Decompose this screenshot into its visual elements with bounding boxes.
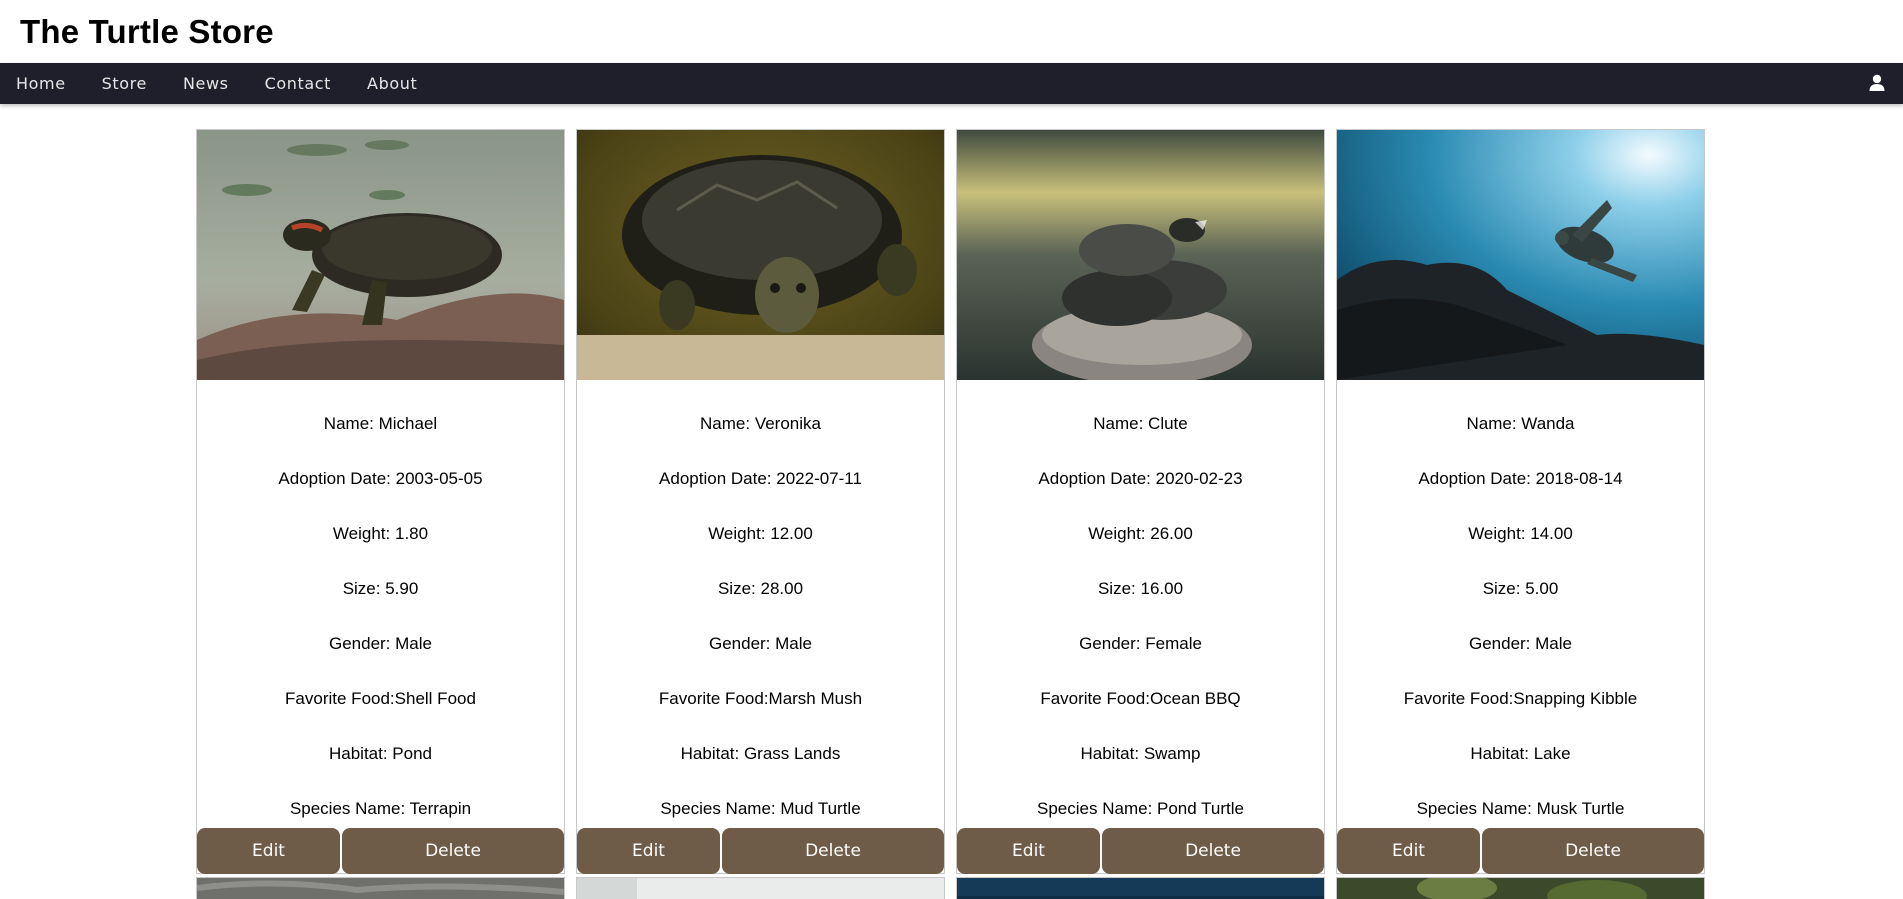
turtle-photo bbox=[577, 130, 944, 380]
turtle-name: Name: Veronika bbox=[700, 414, 821, 433]
turtle-favorite-food: Favorite Food:Marsh Mush bbox=[658, 689, 863, 708]
delete-button[interactable]: Delete bbox=[1482, 828, 1704, 874]
turtle-card: Name: Michael Adoption Date: 2003-05-05 … bbox=[196, 129, 565, 874]
turtle-card: Name: Clute Adoption Date: 2020-02-23 We… bbox=[956, 129, 1325, 874]
delete-button[interactable]: Delete bbox=[722, 828, 944, 874]
turtle-photo bbox=[1337, 130, 1704, 380]
card-actions: Edit Delete bbox=[957, 828, 1324, 874]
nav-contact[interactable]: Contact bbox=[247, 63, 349, 104]
turtle-adoption-date: Adoption Date: 2020-02-23 bbox=[1038, 469, 1243, 488]
turtle-weight: Weight: 12.00 bbox=[708, 524, 813, 543]
turtle-details: Name: Veronika Adoption Date: 2022-07-11… bbox=[577, 380, 944, 836]
turtle-name: Name: Michael bbox=[323, 414, 438, 433]
main-navbar: Home Store News Contact About bbox=[0, 63, 1903, 104]
turtle-habitat: Habitat: Grass Lands bbox=[680, 744, 841, 763]
turtle-photo bbox=[1337, 878, 1704, 899]
turtle-gender: Gender: Male bbox=[708, 634, 812, 653]
turtle-gender: Gender: Male bbox=[328, 634, 432, 653]
turtle-gender: Gender: Male bbox=[1468, 634, 1572, 653]
site-title: The Turtle Store bbox=[20, 12, 274, 50]
turtle-details: Name: Wanda Adoption Date: 2018-08-14 We… bbox=[1337, 380, 1704, 836]
turtle-size: Size: 16.00 bbox=[1097, 579, 1184, 598]
turtle-adoption-date: Adoption Date: 2003-05-05 bbox=[278, 469, 483, 488]
turtle-favorite-food: Favorite Food:Shell Food bbox=[285, 689, 476, 708]
turtle-adoption-date: Adoption Date: 2018-08-14 bbox=[1418, 469, 1623, 488]
nav-news[interactable]: News bbox=[165, 63, 247, 104]
turtle-card: Name: Wanda Adoption Date: 2018-08-14 We… bbox=[1336, 129, 1705, 874]
turtle-photo bbox=[957, 130, 1324, 380]
turtle-habitat: Habitat: Swamp bbox=[1080, 744, 1201, 763]
turtle-gender: Gender: Female bbox=[1079, 634, 1202, 653]
turtle-weight: Weight: 26.00 bbox=[1088, 524, 1193, 543]
nav-store[interactable]: Store bbox=[84, 63, 165, 104]
turtle-favorite-food: Favorite Food:Snapping Kibble bbox=[1403, 689, 1638, 708]
turtle-name: Name: Clute bbox=[1093, 414, 1188, 433]
turtle-weight: Weight: 1.80 bbox=[332, 524, 429, 543]
turtle-photo bbox=[577, 878, 944, 899]
site-header: The Turtle Store bbox=[0, 0, 1903, 63]
turtle-photo bbox=[957, 878, 1324, 899]
turtle-habitat: Habitat: Lake bbox=[1470, 744, 1571, 763]
turtle-details: Name: Clute Adoption Date: 2020-02-23 We… bbox=[957, 380, 1324, 836]
turtle-name: Name: Wanda bbox=[1466, 414, 1575, 433]
turtle-card-partial bbox=[196, 877, 565, 899]
card-actions: Edit Delete bbox=[577, 828, 944, 874]
edit-button[interactable]: Edit bbox=[197, 828, 340, 874]
turtle-card-partial bbox=[1336, 877, 1705, 899]
turtle-details: Name: Michael Adoption Date: 2003-05-05 … bbox=[197, 380, 564, 836]
nav-about[interactable]: About bbox=[349, 63, 435, 104]
turtle-adoption-date: Adoption Date: 2022-07-11 bbox=[659, 469, 862, 488]
turtle-size: Size: 5.00 bbox=[1482, 579, 1559, 598]
turtle-photo bbox=[197, 130, 564, 380]
turtle-habitat: Habitat: Pond bbox=[328, 744, 432, 763]
turtle-favorite-food: Favorite Food:Ocean BBQ bbox=[1040, 689, 1241, 708]
delete-button[interactable]: Delete bbox=[342, 828, 564, 874]
delete-button[interactable]: Delete bbox=[1102, 828, 1324, 874]
turtle-card: Name: Veronika Adoption Date: 2022-07-11… bbox=[576, 129, 945, 874]
turtle-card-partial bbox=[956, 877, 1325, 899]
edit-button[interactable]: Edit bbox=[1337, 828, 1480, 874]
turtle-photo bbox=[197, 878, 564, 899]
card-actions: Edit Delete bbox=[197, 828, 564, 874]
card-actions: Edit Delete bbox=[1337, 828, 1704, 874]
edit-button[interactable]: Edit bbox=[577, 828, 720, 874]
turtle-size: Size: 5.90 bbox=[342, 579, 419, 598]
edit-button[interactable]: Edit bbox=[957, 828, 1100, 874]
nav-home[interactable]: Home bbox=[0, 63, 84, 104]
turtle-size: Size: 28.00 bbox=[717, 579, 804, 598]
turtle-card-partial bbox=[576, 877, 945, 899]
user-icon[interactable] bbox=[1867, 73, 1887, 93]
turtle-weight: Weight: 14.00 bbox=[1468, 524, 1573, 543]
